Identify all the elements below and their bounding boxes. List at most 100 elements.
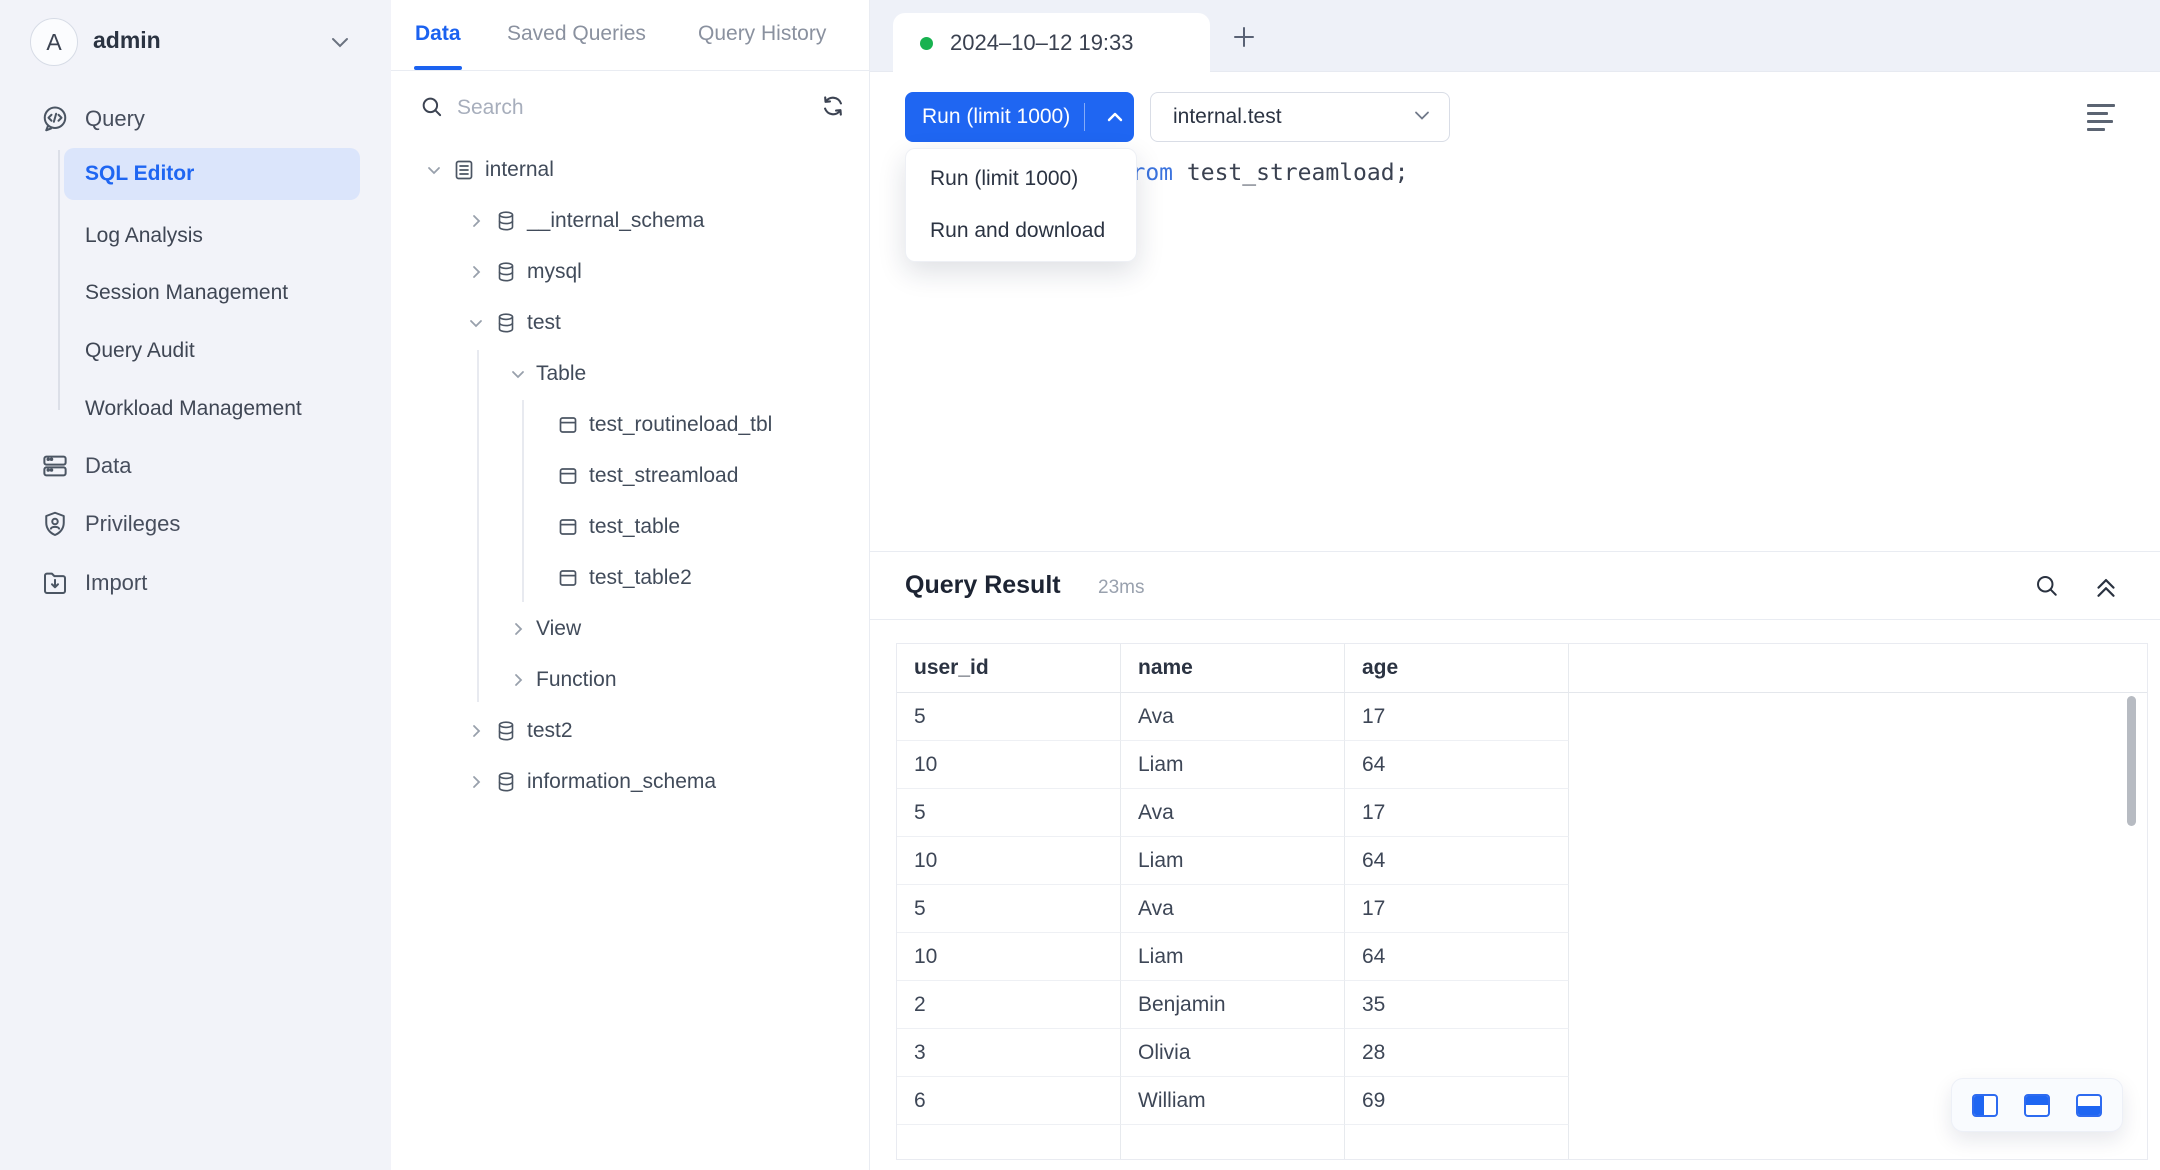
tree-item-database[interactable]: test2: [391, 705, 868, 756]
cell-age: 17: [1345, 885, 1569, 933]
sidebar-item-query-audit[interactable]: Query Audit: [64, 325, 360, 377]
sidebar-item-data[interactable]: Data: [0, 443, 391, 489]
tree-item-function-group[interactable]: Function: [391, 654, 868, 705]
table-row[interactable]: 3 Olivia 28: [897, 1029, 2147, 1077]
sidebar-item-label: Session Management: [85, 281, 288, 305]
table-row[interactable]: 10 Liam 64: [897, 837, 2147, 885]
sidebar-item-query[interactable]: Query: [0, 96, 391, 142]
avatar-initial: A: [46, 29, 61, 56]
tree-item-label: test_table: [589, 515, 680, 539]
scrollbar-thumb[interactable]: [2127, 696, 2136, 826]
sidebar-item-import[interactable]: Import: [0, 560, 391, 606]
tree-item-database[interactable]: test: [391, 297, 868, 348]
table-row[interactable]: 5 Ava 17: [897, 789, 2147, 837]
sidebar-item-privileges[interactable]: Privileges: [0, 501, 391, 547]
tree-item-database[interactable]: mysql: [391, 246, 868, 297]
chevron-down-icon[interactable]: [467, 314, 485, 332]
chevron-down-icon: [1413, 109, 1431, 122]
format-sql-icon[interactable]: [2083, 99, 2119, 135]
tree-item-table[interactable]: test_streamload: [391, 450, 868, 501]
cell-user-id: 10: [897, 741, 1121, 789]
table-icon: [556, 464, 580, 488]
layout-split-top-button[interactable]: [2024, 1094, 2050, 1117]
chevron-right-icon[interactable]: [467, 773, 485, 791]
editor-tab[interactable]: 2024–10–12 19:33: [893, 13, 1210, 73]
table-icon: [556, 566, 580, 590]
explorer-tabs: Data Saved Queries Query History: [391, 0, 869, 71]
table-row[interactable]: 10 Liam 64: [897, 933, 2147, 981]
chevron-right-icon[interactable]: [509, 620, 527, 638]
sidebar-item-label: Workload Management: [85, 397, 302, 421]
database-icon: [494, 770, 518, 794]
chevron-down-icon[interactable]: [425, 161, 443, 179]
submenu-guide-line: [58, 150, 60, 410]
sidebar-item-log-analysis[interactable]: Log Analysis: [64, 210, 360, 262]
column-header[interactable]: name: [1121, 644, 1345, 693]
database-stack-icon: [40, 451, 70, 481]
search-input[interactable]: [455, 88, 789, 128]
sidebar-item-label: Query: [85, 106, 145, 132]
new-tab-button[interactable]: [1226, 19, 1262, 55]
sidebar-item-session-management[interactable]: Session Management: [64, 267, 360, 319]
search-icon: [419, 94, 445, 120]
explorer-panel: Data Saved Queries Query History interna…: [391, 0, 870, 1170]
user-menu[interactable]: A admin: [0, 18, 391, 68]
layout-split-left-button[interactable]: [1972, 1094, 1998, 1117]
tree-item-database[interactable]: __internal_schema: [391, 195, 868, 246]
table-row[interactable]: 5 Ava 17: [897, 693, 2147, 741]
tree-item-table-group[interactable]: Table: [391, 348, 868, 399]
tab-saved-queries[interactable]: Saved Queries: [507, 22, 646, 46]
cell-age: 69: [1345, 1077, 1569, 1125]
sidebar-item-sql-editor[interactable]: SQL Editor: [64, 148, 360, 200]
tree-item-label: internal: [485, 158, 554, 182]
chevron-right-icon[interactable]: [467, 722, 485, 740]
chevron-right-icon[interactable]: [509, 671, 527, 689]
layout-split-bottom-button[interactable]: [2076, 1094, 2102, 1117]
cell-age: 64: [1345, 837, 1569, 885]
run-menu-toggle[interactable]: [1096, 92, 1134, 142]
tree-item-database[interactable]: information_schema: [391, 756, 868, 807]
menu-item-run-download[interactable]: Run and download: [906, 205, 1136, 257]
context-select[interactable]: internal.test: [1150, 92, 1450, 142]
tab-query-history[interactable]: Query History: [698, 22, 826, 46]
cell-name: Ava: [1121, 693, 1345, 741]
tree-item-table[interactable]: test_table: [391, 501, 868, 552]
sidebar-item-workload-management[interactable]: Workload Management: [64, 383, 360, 435]
table-row[interactable]: 2 Benjamin 35: [897, 981, 2147, 1029]
chevron-down-icon[interactable]: [509, 365, 527, 383]
sidebar-item-label: Query Audit: [85, 339, 195, 363]
shield-user-icon: [40, 509, 70, 539]
cell-age: 64: [1345, 933, 1569, 981]
cell-filler: [1569, 981, 2147, 1029]
tree-item-label: test_streamload: [589, 464, 738, 488]
tree-item-view-group[interactable]: View: [391, 603, 868, 654]
tree-item-label: Function: [536, 668, 617, 692]
sidebar-item-label: Privileges: [85, 511, 180, 537]
refresh-icon[interactable]: [819, 92, 847, 120]
user-name: admin: [93, 27, 161, 54]
schema-tree: internal __internal_schema mysql test Ta…: [391, 144, 868, 807]
result-search-icon[interactable]: [2033, 572, 2061, 600]
menu-item-run-limit[interactable]: Run (limit 1000): [906, 153, 1136, 205]
table-row[interactable]: 5 Ava 17: [897, 885, 2147, 933]
cell-user-id: 3: [897, 1029, 1121, 1077]
run-button[interactable]: Run (limit 1000): [905, 92, 1134, 142]
chevron-right-icon[interactable]: [467, 263, 485, 281]
collapse-panel-icon[interactable]: [2091, 572, 2121, 602]
tree-item-label: Table: [536, 362, 586, 386]
tab-data[interactable]: Data: [415, 22, 461, 46]
tree-item-table[interactable]: test_routineload_tbl: [391, 399, 868, 450]
tree-item-table[interactable]: test_table2: [391, 552, 868, 603]
tree-item-catalog[interactable]: internal: [391, 144, 868, 195]
sidebar: A admin Query SQL Editor Log Analysis Se…: [0, 0, 391, 1170]
tree-item-label: __internal_schema: [527, 209, 704, 233]
table-row[interactable]: 10 Liam 64: [897, 741, 2147, 789]
cell-age: [1345, 1125, 1569, 1160]
query-result-header: Query Result 23ms: [870, 551, 2160, 620]
cell-name: Liam: [1121, 837, 1345, 885]
chevron-right-icon[interactable]: [467, 212, 485, 230]
column-header[interactable]: age: [1345, 644, 1569, 693]
tree-item-label: mysql: [527, 260, 582, 284]
cell-user-id: [897, 1125, 1121, 1160]
column-header[interactable]: user_id: [897, 644, 1121, 693]
